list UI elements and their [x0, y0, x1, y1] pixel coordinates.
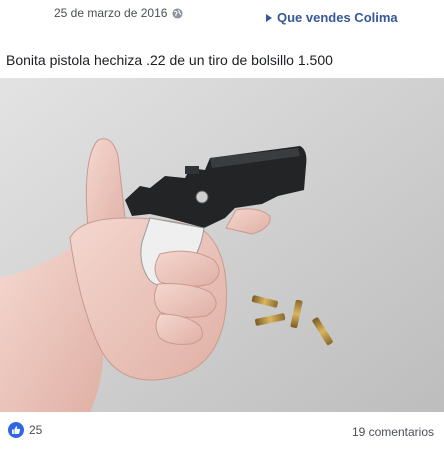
globe-icon[interactable] [172, 7, 183, 19]
post-photo[interactable] [0, 78, 444, 412]
post-date[interactable]: 25 de marzo de 2016 [54, 6, 167, 20]
reaction-summary[interactable]: 25 [8, 422, 42, 438]
post-card: 25 de marzo de 2016 Que vendes Colima Bo… [0, 0, 444, 451]
post-header: 25 de marzo de 2016 Que vendes Colima [0, 0, 444, 40]
post-footer: 25 19 comentarios [0, 414, 444, 451]
group-name[interactable]: Que vendes Colima [277, 10, 398, 25]
post-meta: 25 de marzo de 2016 [54, 6, 183, 20]
thumbs-up-icon [8, 422, 24, 438]
like-count: 25 [29, 423, 43, 437]
post-message: Bonita pistola hechiza .22 de un tiro de… [6, 52, 333, 68]
caret-right-icon [266, 13, 272, 22]
comments-link[interactable]: 19 comentarios [352, 425, 434, 439]
group-link[interactable]: Que vendes Colima [266, 10, 398, 25]
